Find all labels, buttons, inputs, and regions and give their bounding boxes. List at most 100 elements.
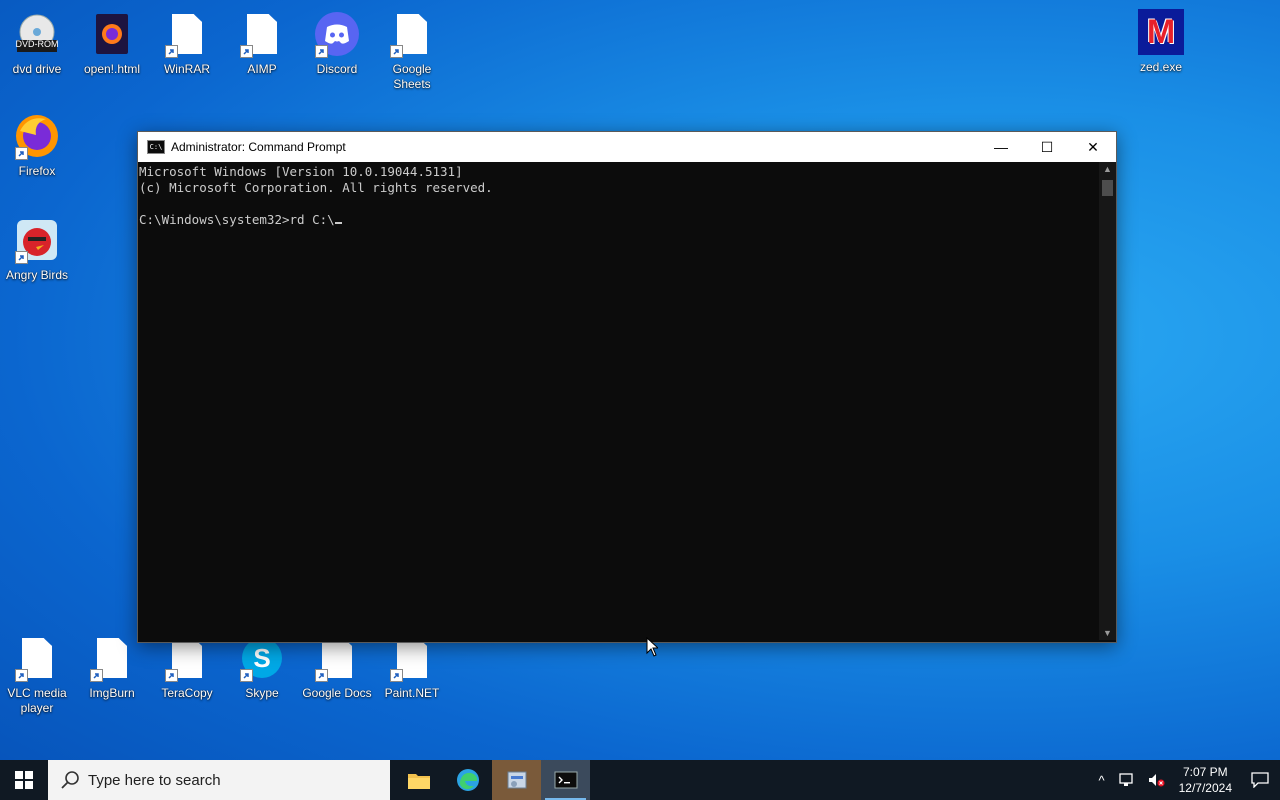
desktop-icon-angry-birds[interactable]: Angry Birds — [1, 216, 73, 283]
shortcut-arrow-icon — [15, 251, 28, 264]
dvd-rom-badge: DVD-ROM — [15, 39, 59, 49]
start-button[interactable] — [0, 760, 48, 800]
desktop-icon-label: Angry Birds — [5, 268, 69, 282]
shortcut-arrow-icon — [315, 669, 328, 682]
blank-document-icon — [238, 10, 286, 58]
shortcut-arrow-icon — [15, 147, 28, 160]
taskbar-clock[interactable]: 7:07 PM 12/7/2024 — [1179, 764, 1232, 796]
desktop-icon-label: Skype — [245, 686, 279, 700]
shortcut-arrow-icon — [165, 45, 178, 58]
blank-document-icon — [163, 10, 211, 58]
desktop-icon-winrar[interactable]: WinRAR — [151, 10, 223, 77]
folder-icon — [407, 774, 430, 789]
desktop-icon-open-html[interactable]: open!.html — [76, 10, 148, 77]
desktop-icon-firefox[interactable]: Firefox — [1, 112, 73, 179]
command-prompt-window[interactable]: C:\ Administrator: Command Prompt — ☐ ✕ … — [137, 131, 1117, 643]
desktop-icon-discord[interactable]: Discord — [301, 10, 373, 77]
volume-muted-icon[interactable] — [1147, 772, 1165, 788]
search-placeholder: Type here to search — [88, 771, 221, 789]
minimize-icon: — — [994, 139, 1008, 155]
shortcut-arrow-icon — [165, 669, 178, 682]
taskbar-file-explorer[interactable] — [394, 760, 443, 800]
desktop-icon-label: Firefox — [18, 164, 56, 178]
svg-text:S: S — [253, 643, 270, 673]
shortcut-arrow-icon — [15, 669, 28, 682]
terminal-icon — [554, 771, 577, 789]
desktop-icon-label: open!.html — [83, 62, 141, 76]
network-icon[interactable] — [1117, 772, 1135, 788]
desktop-icon-label: TeraCopy — [161, 686, 213, 700]
shortcut-arrow-icon — [390, 669, 403, 682]
desktop-icon-label: Google Docs — [302, 686, 372, 700]
blank-document-icon — [13, 634, 61, 682]
zed-malware-icon: M — [1137, 8, 1185, 56]
desktop-icon-label: ImgBurn — [89, 686, 135, 700]
cmd-app-icon: C:\ — [147, 140, 165, 154]
shortcut-arrow-icon — [240, 45, 253, 58]
shortcut-arrow-icon — [315, 45, 328, 58]
shortcut-arrow-icon — [390, 45, 403, 58]
notification-icon — [1251, 772, 1269, 788]
window-titlebar[interactable]: C:\ Administrator: Command Prompt — ☐ ✕ — [138, 132, 1116, 162]
clock-time: 7:07 PM — [1182, 765, 1228, 779]
taskbar: Type here to search ^ 7:07 PM 12/7/2024 — [0, 760, 1280, 800]
shortcut-arrow-icon — [240, 669, 253, 682]
angry-birds-icon — [13, 216, 61, 264]
discord-icon — [313, 10, 361, 58]
desktop-icon-label: WinRAR — [163, 62, 210, 76]
desktop-icon-teracopy[interactable]: TeraCopy — [151, 634, 223, 701]
zed-glyph: M — [1146, 12, 1176, 51]
close-icon: ✕ — [1087, 138, 1099, 155]
shortcut-arrow-icon — [90, 669, 103, 682]
action-center-button[interactable] — [1240, 760, 1280, 800]
terminal-output[interactable]: Microsoft Windows [Version 10.0.19044.51… — [138, 162, 1099, 642]
taskbar-search-box[interactable]: Type here to search — [48, 760, 390, 800]
installer-icon — [507, 771, 526, 789]
desktop-icon-dvd-drive[interactable]: DVD-ROM dvd drive — [1, 10, 73, 77]
terminal-prompt-line[interactable]: C:\Windows\system32>rd C:\ — [139, 212, 1099, 228]
windows-logo-icon — [15, 771, 33, 789]
taskbar-installer-app[interactable] — [492, 760, 541, 800]
firefox-icon — [13, 112, 61, 160]
blank-document-icon — [388, 10, 436, 58]
scroll-up-arrow-icon[interactable]: ▲ — [1099, 162, 1116, 176]
desktop-icon-skype[interactable]: S Skype — [226, 634, 298, 701]
mouse-pointer-icon — [646, 636, 660, 662]
desktop-icon-vlc[interactable]: VLC media player — [1, 634, 73, 716]
terminal-prompt-text: C:\Windows\system32>rd C:\ — [139, 212, 335, 227]
blank-document-icon — [88, 634, 136, 682]
desktop-icon-google-sheets[interactable]: Google Sheets — [376, 10, 448, 92]
maximize-icon: ☐ — [1040, 138, 1054, 155]
terminal-line: (c) Microsoft Corporation. All rights re… — [139, 180, 493, 195]
clock-date: 12/7/2024 — [1178, 781, 1232, 795]
desktop-icon-label: dvd drive — [12, 62, 62, 76]
desktop-icon-label: AIMP — [247, 62, 277, 76]
close-button[interactable]: ✕ — [1070, 132, 1116, 162]
desktop-icon-label: zed.exe — [1139, 60, 1183, 74]
minimize-button[interactable]: — — [978, 132, 1024, 162]
maximize-button[interactable]: ☐ — [1024, 132, 1070, 162]
search-icon — [61, 771, 79, 789]
show-hidden-icons-chevron-icon[interactable]: ^ — [1099, 773, 1105, 788]
desktop-icon-zed-exe[interactable]: M zed.exe — [1125, 8, 1197, 75]
dvd-drive-icon: DVD-ROM — [13, 10, 61, 58]
cmd-icon-text: C:\ — [149, 143, 163, 151]
desktop-icon-label: Google Sheets — [392, 62, 432, 91]
desktop-icon-label: VLC media player — [7, 686, 67, 715]
taskbar-edge[interactable] — [443, 760, 492, 800]
desktop-icon-imgburn[interactable]: ImgBurn — [76, 634, 148, 701]
desktop-icon-google-docs[interactable]: Google Docs — [301, 634, 373, 701]
vertical-scrollbar[interactable]: ▲ ▼ — [1099, 162, 1116, 640]
desktop-icon-aimp[interactable]: AIMP — [226, 10, 298, 77]
system-tray: ^ 7:07 PM 12/7/2024 — [1093, 760, 1280, 800]
firefox-html-file-icon — [88, 10, 136, 58]
taskbar-command-prompt[interactable] — [541, 760, 590, 800]
desktop-icon-label: Discord — [316, 62, 358, 76]
edge-icon — [456, 769, 479, 791]
scroll-down-arrow-icon[interactable]: ▼ — [1099, 626, 1116, 640]
scroll-thumb[interactable] — [1102, 180, 1113, 196]
desktop-icon-label: Paint.NET — [384, 686, 440, 700]
desktop-icon-paint-net[interactable]: Paint.NET — [376, 634, 448, 701]
terminal-line: Microsoft Windows [Version 10.0.19044.51… — [139, 164, 463, 179]
